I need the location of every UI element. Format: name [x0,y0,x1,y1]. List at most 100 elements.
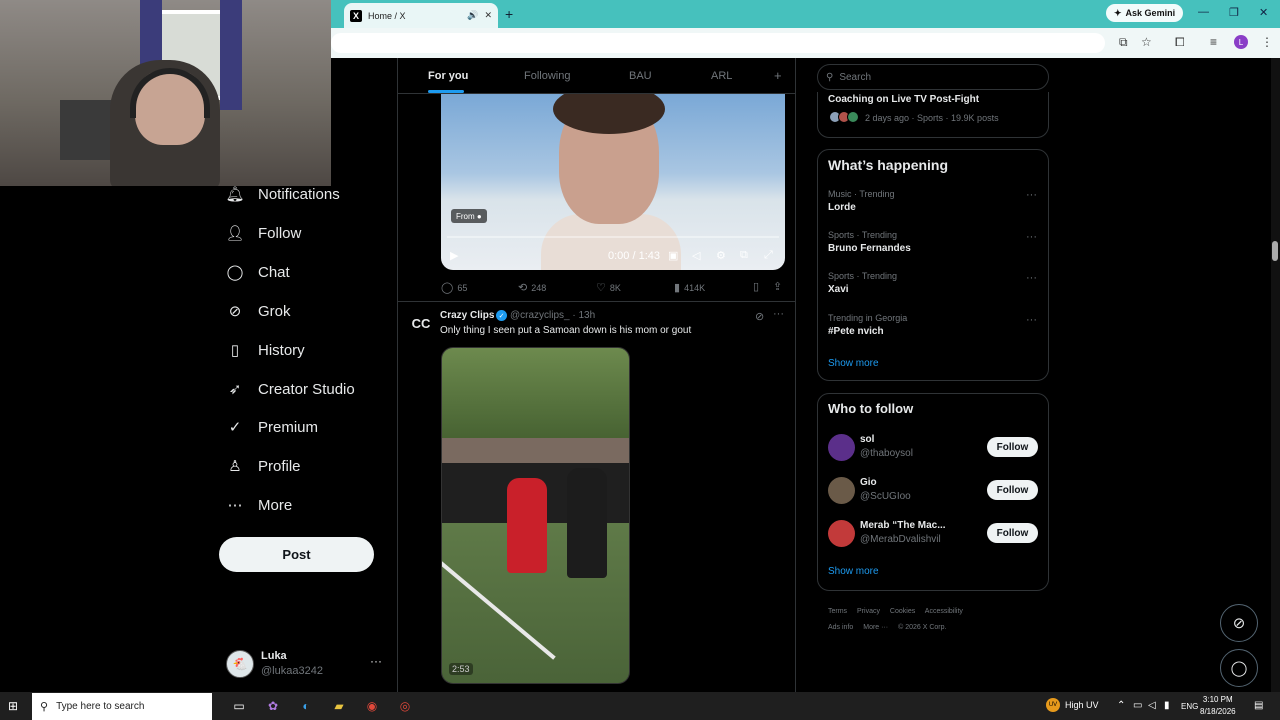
microphone-icon[interactable]: ▮ [1164,700,1170,711]
nav-more[interactable]: ⋯ More [226,490,293,520]
share-button[interactable]: ⇪ [773,280,782,293]
bookmark-star-icon[interactable]: ☆ [1141,35,1152,49]
follow-button[interactable]: Follow [987,437,1038,457]
new-tab-button[interactable]: + [505,6,513,22]
nav-creator-studio[interactable]: ➶ Creator Studio [226,374,355,404]
mute-icon[interactable]: ◁ [692,249,700,262]
avatar[interactable] [828,520,855,547]
show-more-link[interactable]: Show more [828,566,879,577]
footer-link[interactable]: Cookies [890,608,915,615]
video-player[interactable] [441,94,785,270]
follow-button[interactable]: Follow [987,523,1038,543]
tab-bau[interactable]: BAU [629,70,652,82]
tray-chevron-icon[interactable]: ⌃ [1117,700,1125,711]
file-explorer-icon[interactable]: ▰ [330,697,348,715]
from-badge[interactable]: From ● [451,209,487,223]
minimize-button[interactable]: — [1198,6,1209,18]
trend-name[interactable]: Bruno Fernandes [828,243,911,254]
footer-link[interactable]: Accessibility [925,608,963,615]
trend-more-icon[interactable]: ··· [1026,314,1037,326]
post-button[interactable]: Post [219,537,374,572]
tab-following[interactable]: Following [524,70,570,82]
trend-name[interactable]: Xavi [828,284,849,295]
repost-button[interactable]: ⟲ 248 [518,281,546,294]
avatar[interactable] [828,477,855,504]
account-name[interactable]: sol [860,434,874,445]
video-progress-bar[interactable] [447,236,779,238]
account-more-icon[interactable]: ··· [370,654,382,668]
task-view-icon[interactable]: ▭ [230,697,248,715]
close-tab-icon[interactable]: ✕ [484,10,492,21]
taskbar-clock[interactable]: 3:10 PM 8/18/2026 [1200,694,1236,718]
scrollbar-thumb[interactable] [1272,241,1278,261]
grok-float-button[interactable]: ⊘ [1220,604,1258,642]
trend-more-icon[interactable]: ··· [1026,189,1037,201]
footer-link[interactable]: Ads info [828,624,853,631]
avatar[interactable]: CC [410,312,432,334]
account-switcher[interactable]: 🐔 Luka @lukaa3242 ··· [226,648,386,682]
account-name[interactable]: Gio [860,477,877,488]
windows-start-icon[interactable]: ⊞ [8,699,18,713]
account-handle[interactable]: @ScUGIoo [860,491,911,502]
taskbar-search-input[interactable]: ⚲ Type here to search [32,693,212,720]
maximize-button[interactable]: ❐ [1229,6,1239,19]
grok-icon[interactable]: ⊘ [755,310,764,323]
weather-widget[interactable]: UV High UV [1046,698,1099,712]
more-icon[interactable]: ··· [773,308,784,320]
post-video[interactable] [441,347,630,684]
nav-follow[interactable]: 👤︎ Follow [225,218,301,248]
account-name[interactable]: Merab “The Mac... [860,520,946,531]
install-app-icon[interactable]: ⧉ [1119,35,1128,50]
fullscreen-icon[interactable]: ⤢ [764,249,773,262]
search-input[interactable]: ⚲ Search [817,64,1049,90]
language-indicator[interactable]: ENG [1181,702,1198,711]
nav-notifications[interactable]: 🔔︎ Notifications [225,179,339,209]
notification-center-icon[interactable]: ▤ [1254,700,1263,711]
add-tab-button[interactable]: + [774,68,782,83]
extensions-icon[interactable]: ⧠ [1175,35,1185,50]
reply-button[interactable]: ◯ 65 [441,281,467,294]
ask-gemini-button[interactable]: ✦ Ask Gemini [1106,4,1184,22]
trend-title[interactable]: Coaching on Live TV Post-Fight [828,94,979,105]
pip-icon[interactable]: ⧉ [740,249,748,262]
volume-icon[interactable]: ◁ [1148,700,1156,711]
follow-button[interactable]: Follow [987,480,1038,500]
copilot-icon[interactable]: ✿ [264,697,282,715]
nav-profile[interactable]: ♙ Profile [226,451,300,481]
browser-profile-avatar[interactable]: L [1234,35,1248,49]
speaker-icon[interactable]: 🔊 [467,10,478,21]
post-author-handle[interactable]: @crazyclips_ · 13h [510,310,595,321]
captions-icon[interactable]: ▣ [668,249,678,262]
views-button[interactable]: ▮ 414K [674,281,705,294]
network-icon[interactable]: ▭ [1133,700,1142,711]
trend-name[interactable]: Lorde [828,202,856,213]
close-window-button[interactable]: ✕ [1259,6,1268,19]
account-handle[interactable]: @thaboysol [860,448,913,459]
nav-premium[interactable]: ✓ Premium [226,412,318,442]
trend-more-icon[interactable]: ··· [1026,231,1037,243]
nav-grok[interactable]: ⊘ Grok [226,296,291,326]
avatar[interactable] [828,434,855,461]
footer-link[interactable]: More ··· [863,624,888,631]
trend-name[interactable]: #Pete nvich [828,326,884,337]
footer-link[interactable]: Terms [828,608,847,615]
play-icon[interactable]: ▶ [450,249,458,262]
browser-menu-icon[interactable]: ⋮ [1261,35,1273,49]
chat-float-button[interactable]: ◯ [1220,649,1258,687]
scrollbar[interactable] [1271,58,1280,692]
trend-more-icon[interactable]: ··· [1026,272,1037,284]
footer-link[interactable]: Privacy [857,608,880,615]
bookmark-button[interactable]: ▯ [753,280,759,293]
show-more-link[interactable]: Show more [828,358,879,369]
address-bar[interactable] [331,33,1105,53]
edge-icon[interactable]: ◐ [297,697,315,715]
tab-for-you[interactable]: For you [428,70,468,82]
obs-icon[interactable]: ◎ [396,697,414,715]
post-author-name[interactable]: Crazy Clips [440,310,494,321]
media-controls-icon[interactable]: ≡ [1210,35,1217,49]
like-button[interactable]: ♡ 8K [596,281,621,294]
settings-icon[interactable]: ⚙ [716,249,726,262]
chrome-icon[interactable]: ◉ [363,697,381,715]
nav-history[interactable]: ▯ History [226,335,305,365]
browser-tab[interactable]: X Home / X 🔊 ✕ [344,3,498,28]
